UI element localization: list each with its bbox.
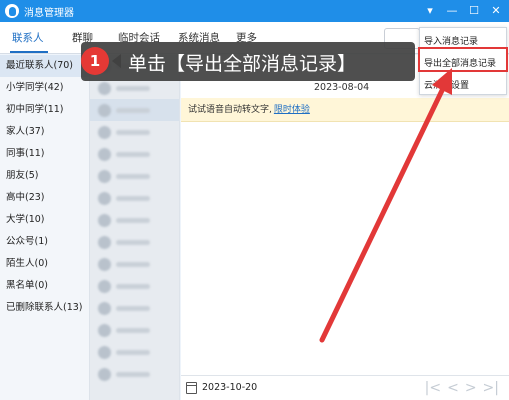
arrow-shaft <box>319 75 451 343</box>
red-arrow-annotation <box>319 68 452 343</box>
